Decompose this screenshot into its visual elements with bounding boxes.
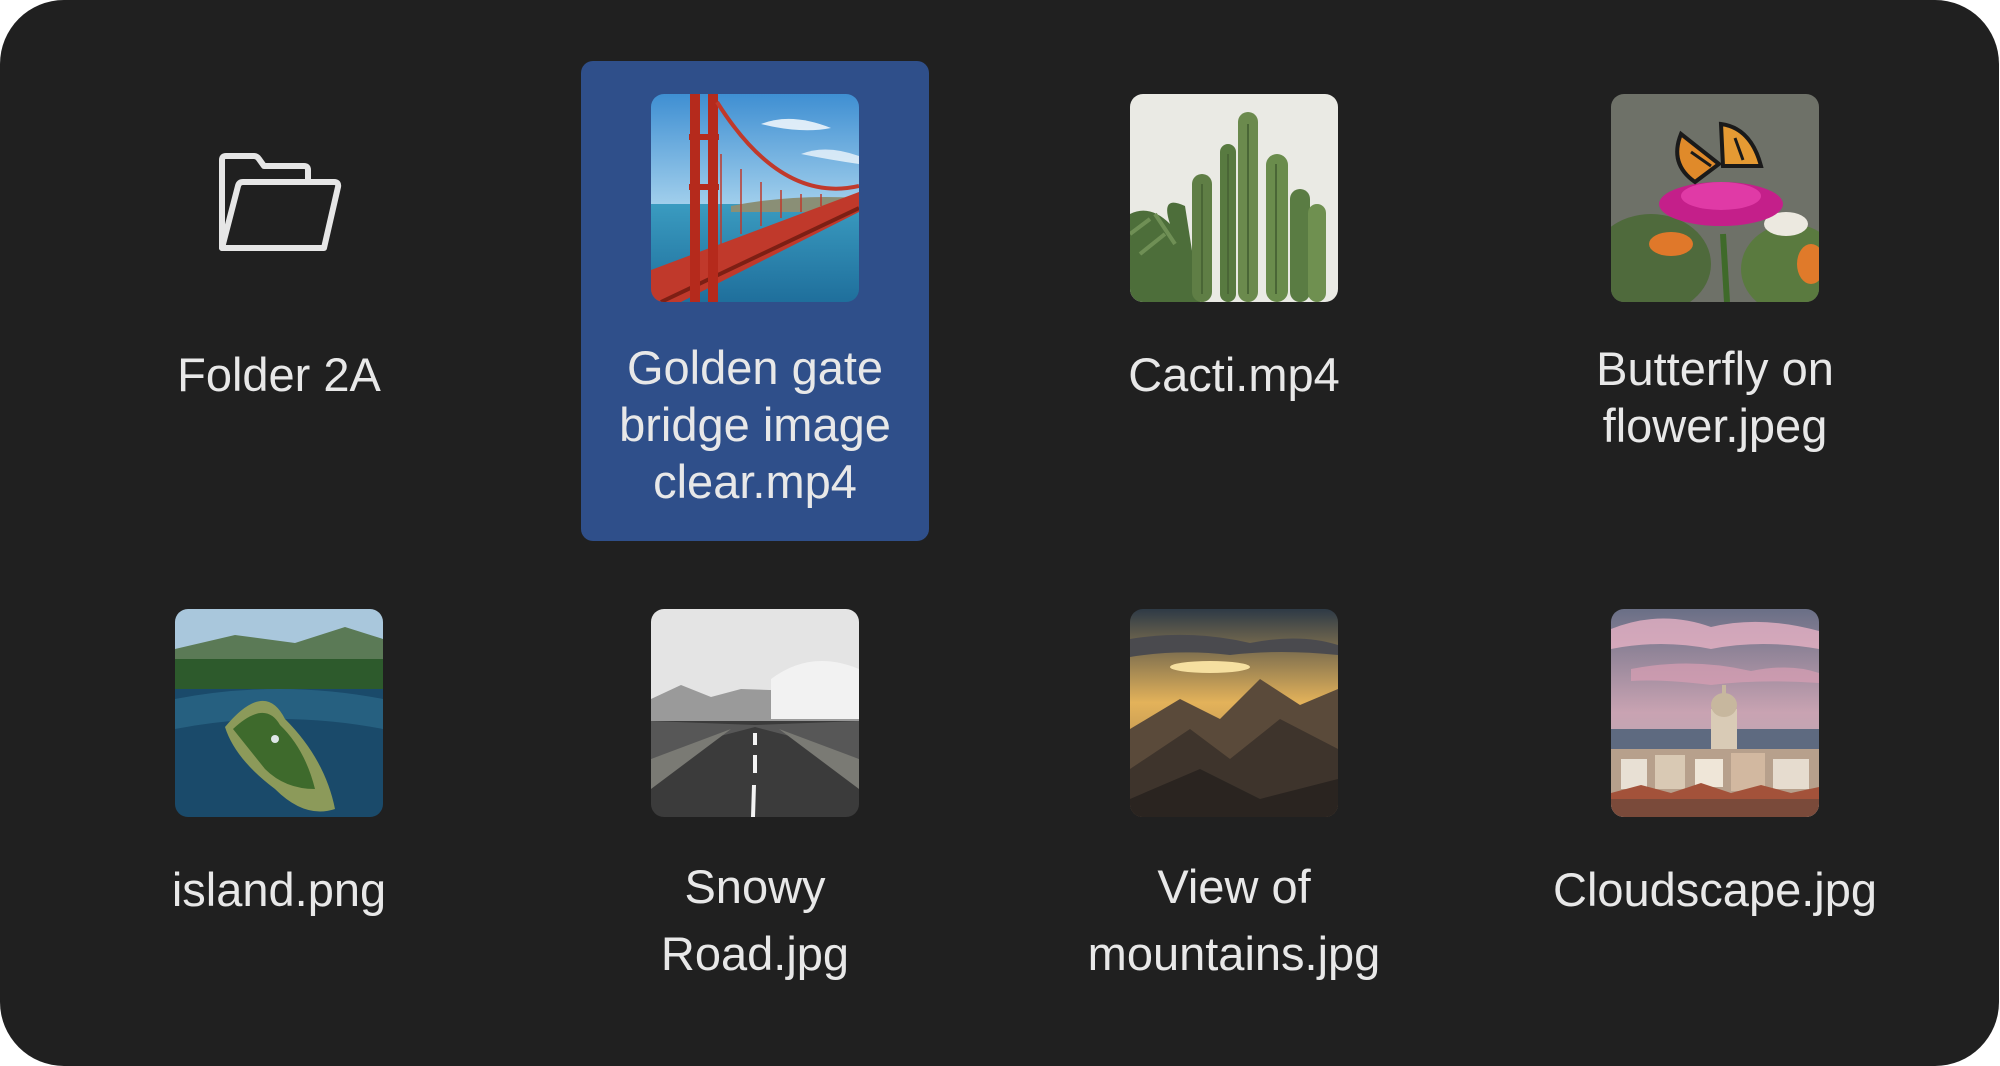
file-item-golden-gate[interactable]: Golden gate bridge image clear.mp4: [581, 61, 929, 541]
butterfly-thumbnail: [1611, 94, 1819, 302]
file-item-cloudscape[interactable]: Cloudscape.jpg: [1541, 575, 1889, 975]
island-thumbnail: [175, 609, 383, 817]
road-thumbnail: [651, 609, 859, 817]
file-grid-panel: Folder 2A Golden gate bridge image clear…: [0, 0, 1999, 1066]
folder-icon: [219, 153, 342, 251]
file-name: Golden gate bridge image clear.mp4: [619, 341, 891, 508]
file-item-folder-2a[interactable]: Folder 2A: [105, 60, 453, 401]
file-item-cacti[interactable]: Cacti.mp4: [1060, 60, 1408, 401]
cacti-thumbnail: [1130, 94, 1338, 302]
file-item-snowy-road[interactable]: Snowy Road.jpg: [581, 575, 929, 980]
file-name: Folder 2A: [177, 348, 381, 401]
file-item-butterfly[interactable]: Butterfly on flower.jpeg: [1541, 60, 1889, 452]
file-name: Cloudscape.jpg: [1553, 863, 1877, 916]
file-name: Snowy Road.jpg: [660, 860, 850, 980]
bridge-thumbnail: [651, 94, 859, 302]
file-name: View of mountains.jpg: [1087, 860, 1381, 980]
file-name: Cacti.mp4: [1128, 348, 1340, 401]
cityscape-thumbnail: [1611, 609, 1819, 817]
mountains-thumbnail: [1130, 609, 1338, 817]
file-name: island.png: [171, 863, 387, 916]
file-item-island[interactable]: island.png: [105, 575, 453, 975]
file-item-mountains[interactable]: View of mountains.jpg: [1060, 575, 1408, 980]
file-name: Butterfly on flower.jpeg: [1596, 342, 1834, 452]
